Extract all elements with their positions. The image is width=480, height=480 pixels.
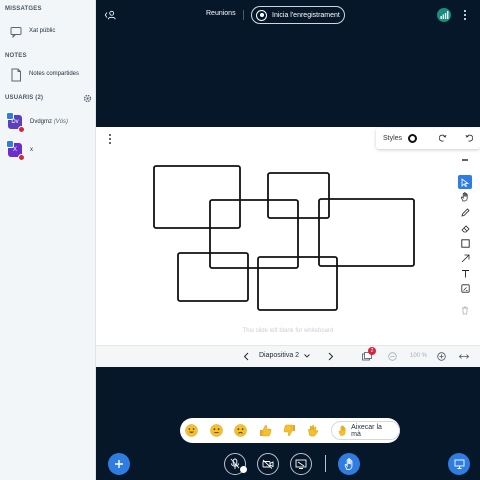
top-bar: Reunions Inicia l'enregistrament: [96, 0, 480, 30]
microphone-muted-icon: [230, 458, 240, 470]
slide-navigation-bar: Diapositiva 2 2 100 %: [96, 345, 480, 367]
user-list-toggle-icon[interactable]: [104, 9, 116, 21]
notification-badge: 2: [368, 347, 376, 355]
chat-icon: [10, 26, 22, 38]
pointer-icon: [461, 177, 469, 187]
divider: [325, 455, 326, 472]
whiteboard-toolbar: [458, 149, 472, 321]
presenter-icon: [6, 140, 14, 148]
slide-selector[interactable]: Diapositiva 2: [259, 352, 310, 359]
shared-notes-label: Notes compartides: [29, 71, 80, 77]
zoom-in-icon[interactable]: [437, 352, 446, 361]
delete-tool[interactable]: [458, 303, 472, 317]
rectangle-tool[interactable]: [458, 236, 472, 250]
pencil-tool[interactable]: [458, 205, 472, 219]
eraser-icon: [460, 224, 470, 233]
muted-badge: [18, 154, 25, 161]
raise-hand-toggle-button[interactable]: [338, 453, 360, 475]
user-name-note: (Vós): [53, 119, 69, 125]
camera-muted-icon: [262, 459, 274, 469]
notes-icon: [10, 68, 22, 82]
sticky-note-tool[interactable]: [458, 281, 472, 295]
chevron-down-icon: [304, 353, 310, 358]
user-list-item[interactable]: X x: [0, 138, 95, 161]
public-chat-item[interactable]: Xat públic: [0, 23, 95, 41]
rectangle-icon: [460, 238, 470, 248]
raise-hand-label: Aixecar la mà: [351, 423, 382, 438]
record-icon: [256, 9, 267, 21]
hand-icon: [460, 192, 470, 202]
presenter-icon: [6, 112, 14, 120]
messages-section-title: MISSATGES: [5, 6, 42, 12]
muted-badge: [18, 126, 25, 133]
text-tool[interactable]: [458, 266, 472, 280]
plus-icon: [114, 459, 124, 469]
zoom-level: 100 %: [410, 353, 428, 359]
user-name-text: Dvdgmz: [30, 119, 53, 125]
drawn-rectangle: [177, 252, 249, 302]
sad-reaction-icon[interactable]: [234, 424, 248, 438]
fit-width-icon[interactable]: [459, 353, 469, 360]
slide-selector-label: Diapositiva 2: [259, 352, 300, 359]
actions-button[interactable]: [108, 453, 130, 475]
slide-caption: This slide left blank for whiteboard: [242, 328, 334, 334]
neutral-reaction-icon[interactable]: [209, 424, 223, 438]
user-name: Dvdgmz (Vós): [30, 119, 68, 125]
raise-hand-button[interactable]: Aixecar la mà: [331, 421, 400, 440]
smile-reaction-icon[interactable]: [185, 424, 199, 438]
next-slide-icon[interactable]: [328, 352, 334, 361]
signal-icon: [440, 11, 449, 19]
sidebar: MISSATGES Xat públic NOTES Notes compart…: [0, 0, 96, 480]
pointer-tool[interactable]: [458, 175, 472, 189]
drawn-rectangle: [153, 165, 241, 229]
screenshare-icon: [295, 459, 307, 469]
avatar-initials: X: [12, 147, 17, 153]
text-icon: [461, 269, 470, 278]
zoom-out-icon[interactable]: [388, 352, 397, 361]
note-icon: [460, 283, 470, 293]
thumbs-up-reaction-icon[interactable]: [258, 424, 272, 438]
presentation-toggle-button[interactable]: [448, 453, 470, 475]
public-chat-label: Xat públic: [29, 28, 56, 34]
arrow-icon: [461, 254, 470, 263]
applause-reaction-icon[interactable]: [307, 424, 321, 438]
screenshare-button[interactable]: [290, 453, 312, 475]
options-menu-button[interactable]: [462, 8, 468, 22]
raise-hand-icon: [338, 425, 347, 436]
user-name: x: [30, 147, 33, 153]
shared-notes-item[interactable]: Notes compartides: [0, 66, 95, 84]
presentation-icon: [454, 459, 465, 469]
camera-button[interactable]: [257, 453, 279, 475]
connection-status-button[interactable]: [437, 8, 451, 22]
record-button[interactable]: Inicia l'enregistrament: [251, 6, 345, 24]
record-button-label: Inicia l'enregistrament: [272, 11, 340, 19]
trash-icon: [461, 306, 469, 315]
hand-icon: [344, 458, 354, 470]
gear-icon[interactable]: [83, 94, 92, 103]
previous-slide-icon[interactable]: [243, 352, 249, 361]
user-list-item[interactable]: Dv Dvdgmz (Vós): [0, 112, 95, 134]
presentation-area: Styles This slide left blank for whitebo…: [96, 127, 480, 367]
arrow-tool[interactable]: [458, 251, 472, 265]
divider: [243, 10, 244, 20]
reactions-bar: Aixecar la mà: [180, 418, 400, 443]
audio-settings-dot[interactable]: [240, 466, 247, 473]
meeting-title: Reunions: [206, 10, 236, 17]
thumbs-down-reaction-icon[interactable]: [282, 424, 296, 438]
pencil-icon: [460, 207, 470, 217]
users-section-title: USUARIS (2): [5, 95, 44, 101]
eraser-tool[interactable]: [458, 221, 472, 235]
drawn-rectangle: [318, 198, 415, 267]
pan-tool[interactable]: [458, 190, 472, 204]
notes-section-title: NOTES: [5, 53, 27, 59]
